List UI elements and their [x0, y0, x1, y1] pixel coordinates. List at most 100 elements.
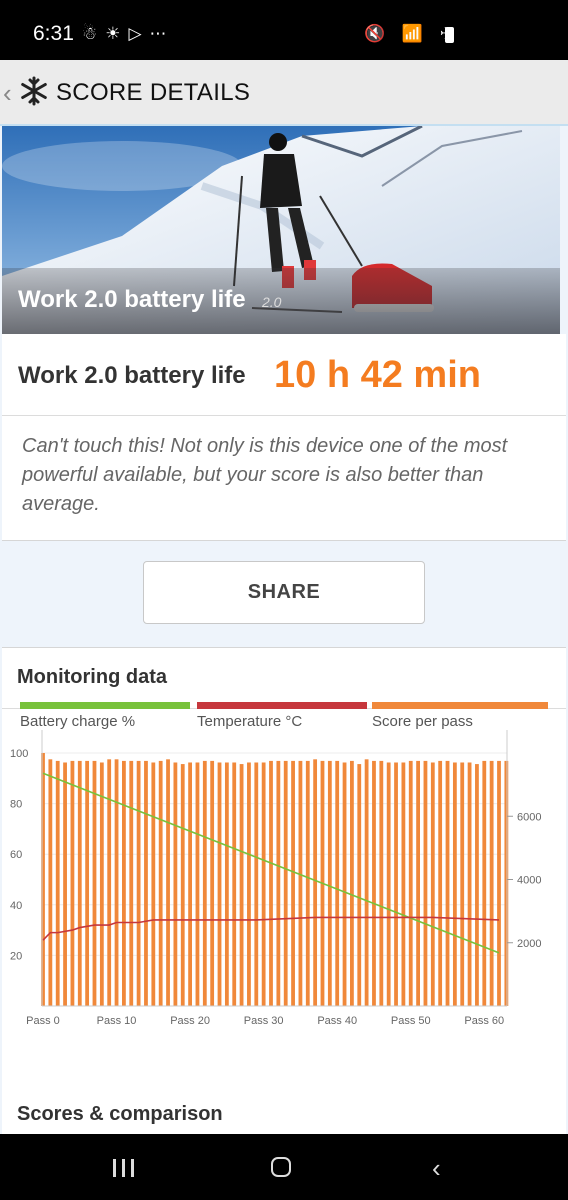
score-bar: [401, 762, 406, 1006]
legend-battery-swatch: [20, 702, 190, 709]
score-bar: [364, 759, 369, 1006]
y-left-tick-label: 80: [10, 799, 22, 811]
score-bar: [475, 764, 479, 1006]
score-bar: [85, 760, 90, 1006]
page-title: SCORE DETAILS: [56, 79, 251, 106]
score-bar: [202, 760, 207, 1006]
monitoring-chart: 100 80 60 40 20 6000 4000 2000 Pass 0 Pass 10 Pass…: [10, 730, 541, 1027]
score-bar: [372, 760, 376, 1006]
score-bar: [298, 760, 303, 1006]
score-bar: [144, 760, 148, 1006]
score-label: Work 2.0 battery life: [18, 362, 246, 389]
monitoring-header: Monitoring data: [2, 648, 566, 709]
score-bar: [166, 759, 170, 1006]
recents-icon-bar: [113, 1159, 116, 1177]
navigation-bar: ‹: [0, 1134, 568, 1200]
score-bar: [430, 762, 435, 1006]
legend-temperature-label: Temperature °C: [197, 713, 303, 730]
score-bar: [158, 760, 163, 1006]
status-bar: 6:31 ☃☀▷⋯ 🔇 📶 ✈: [0, 0, 568, 60]
score-bar: [394, 762, 398, 1006]
score-bar: [239, 764, 244, 1006]
score-bar: [489, 760, 494, 1006]
score-bar: [416, 760, 420, 1006]
app-bar: ‹ SCORE DETAILS: [0, 60, 568, 126]
y-left-tick-label: 40: [10, 900, 22, 912]
score-bar: [438, 760, 443, 1006]
monitoring-title: Monitoring data: [17, 666, 167, 688]
score-bar: [129, 760, 134, 1006]
score-bar: [55, 760, 60, 1006]
share-button[interactable]: SHARE: [143, 561, 425, 624]
score-bar: [63, 762, 67, 1006]
score-bar: [173, 762, 178, 1006]
score-bar: [195, 762, 200, 1006]
score-bar: [77, 760, 82, 1006]
score-bar: [386, 762, 391, 1006]
score-bar: [276, 760, 281, 1006]
score-bar: [107, 759, 112, 1006]
score-bar: [188, 762, 192, 1006]
score-bar: [269, 760, 273, 1006]
recents-button[interactable]: [113, 1159, 135, 1177]
home-button[interactable]: [271, 1157, 291, 1177]
y-right-tick-label: 4000: [517, 875, 541, 887]
status-left-icons: ☃☀▷⋯: [82, 24, 175, 43]
y-right-tick-label: 2000: [517, 938, 541, 950]
x-tick-label: Pass 20: [170, 1015, 210, 1027]
y-left-tick-label: 20: [10, 950, 22, 962]
score-bar: [114, 759, 119, 1006]
score-bar: [482, 760, 487, 1006]
score-bar: [122, 760, 126, 1006]
score-bar: [379, 760, 384, 1006]
legend-score-label: Score per pass: [372, 713, 473, 730]
x-tick-label: Pass 10: [97, 1015, 137, 1027]
x-tick-label: Pass 50: [391, 1015, 431, 1027]
back-chevron-icon[interactable]: ‹: [3, 78, 12, 109]
score-bar: [247, 762, 251, 1006]
legend-battery-label: Battery charge %: [20, 713, 136, 730]
score-bar: [460, 762, 465, 1006]
score-bar: [408, 760, 413, 1006]
score-bar: [283, 760, 288, 1006]
recents-icon-bar: [131, 1159, 134, 1177]
score-bar: [327, 760, 332, 1006]
score-bar: [48, 759, 53, 1006]
score-bar: [180, 764, 185, 1006]
score-bar: [342, 762, 347, 1006]
y-right-tick-label: 6000: [517, 811, 541, 823]
score-bar: [217, 762, 222, 1006]
score-bar: [357, 764, 362, 1006]
chart-grid: [42, 752, 507, 956]
y-left-tick-label: 60: [10, 849, 22, 861]
score-bars: [41, 753, 509, 1006]
y-left-tick-label: 100: [10, 748, 28, 760]
hero-version: 2.0: [262, 294, 282, 310]
score-bar: [313, 759, 318, 1006]
score-bar: [291, 760, 295, 1006]
score-bar: [504, 760, 509, 1006]
hero-banner: Work 2.0 battery life 2.0: [2, 126, 560, 334]
back-button[interactable]: ‹: [432, 1153, 441, 1184]
score-bar: [224, 762, 229, 1006]
snowflake-logo-icon: [21, 76, 47, 106]
score-bar: [254, 762, 259, 1006]
hero-title: Work 2.0 battery life: [18, 286, 246, 313]
battery-icon: [445, 27, 454, 43]
recents-icon-bar: [122, 1159, 125, 1177]
score-description: Can't touch this! Not only is this devic…: [22, 435, 508, 515]
score-bar: [467, 762, 472, 1006]
x-tick-label: Pass 60: [464, 1015, 504, 1027]
score-bar: [261, 762, 266, 1006]
score-bar: [151, 762, 156, 1006]
x-tick-label: Pass 40: [317, 1015, 357, 1027]
score-bar: [99, 762, 104, 1006]
score-bar: [92, 760, 97, 1006]
score-row: Work 2.0 battery life 10 h 42 min: [2, 334, 566, 416]
score-bar: [497, 760, 501, 1006]
score-bar: [232, 762, 237, 1006]
score-bar: [452, 762, 457, 1006]
score-card: Work 2.0 battery life 10 h 42 min Can't …: [2, 334, 566, 541]
score-bar: [210, 760, 215, 1006]
x-tick-label: Pass 30: [244, 1015, 284, 1027]
